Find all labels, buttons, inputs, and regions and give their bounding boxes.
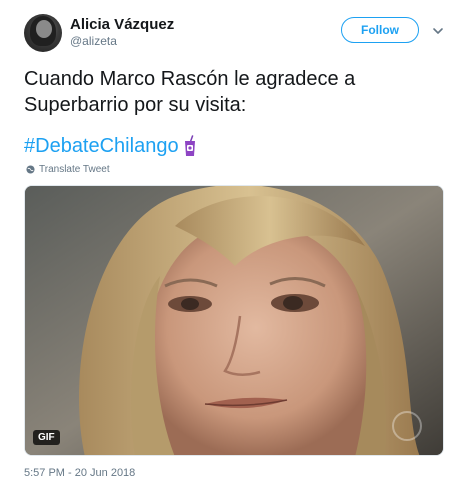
tweet-text: Cuando Marco Rascón le agradece a Superb…: [24, 68, 356, 116]
translate-label: Translate Tweet: [39, 164, 110, 175]
gif-frame-image: [25, 186, 443, 455]
hashtag-line: #DebateChilango: [24, 133, 197, 159]
tweet-card: Alicia Vázquez @alizeta Follow Cuando Ma…: [0, 0, 467, 491]
chevron-down-icon[interactable]: [431, 24, 445, 38]
drink-cup-icon: [184, 135, 195, 156]
avatar-face-shape: [36, 20, 52, 38]
author-name[interactable]: Alicia Vázquez: [70, 16, 174, 33]
tweet-timestamp[interactable]: 5:57 PM - 20 Jun 2018: [24, 467, 135, 479]
hashtag-link[interactable]: #DebateChilango: [24, 133, 179, 159]
follow-button[interactable]: Follow: [341, 17, 419, 43]
gif-media[interactable]: GIF: [24, 185, 444, 456]
avatar[interactable]: [24, 14, 62, 52]
globe-icon: [26, 165, 35, 174]
gif-badge: GIF: [33, 430, 60, 445]
author-handle[interactable]: @alizeta: [70, 34, 117, 48]
translate-tweet-link[interactable]: Translate Tweet: [26, 164, 110, 175]
